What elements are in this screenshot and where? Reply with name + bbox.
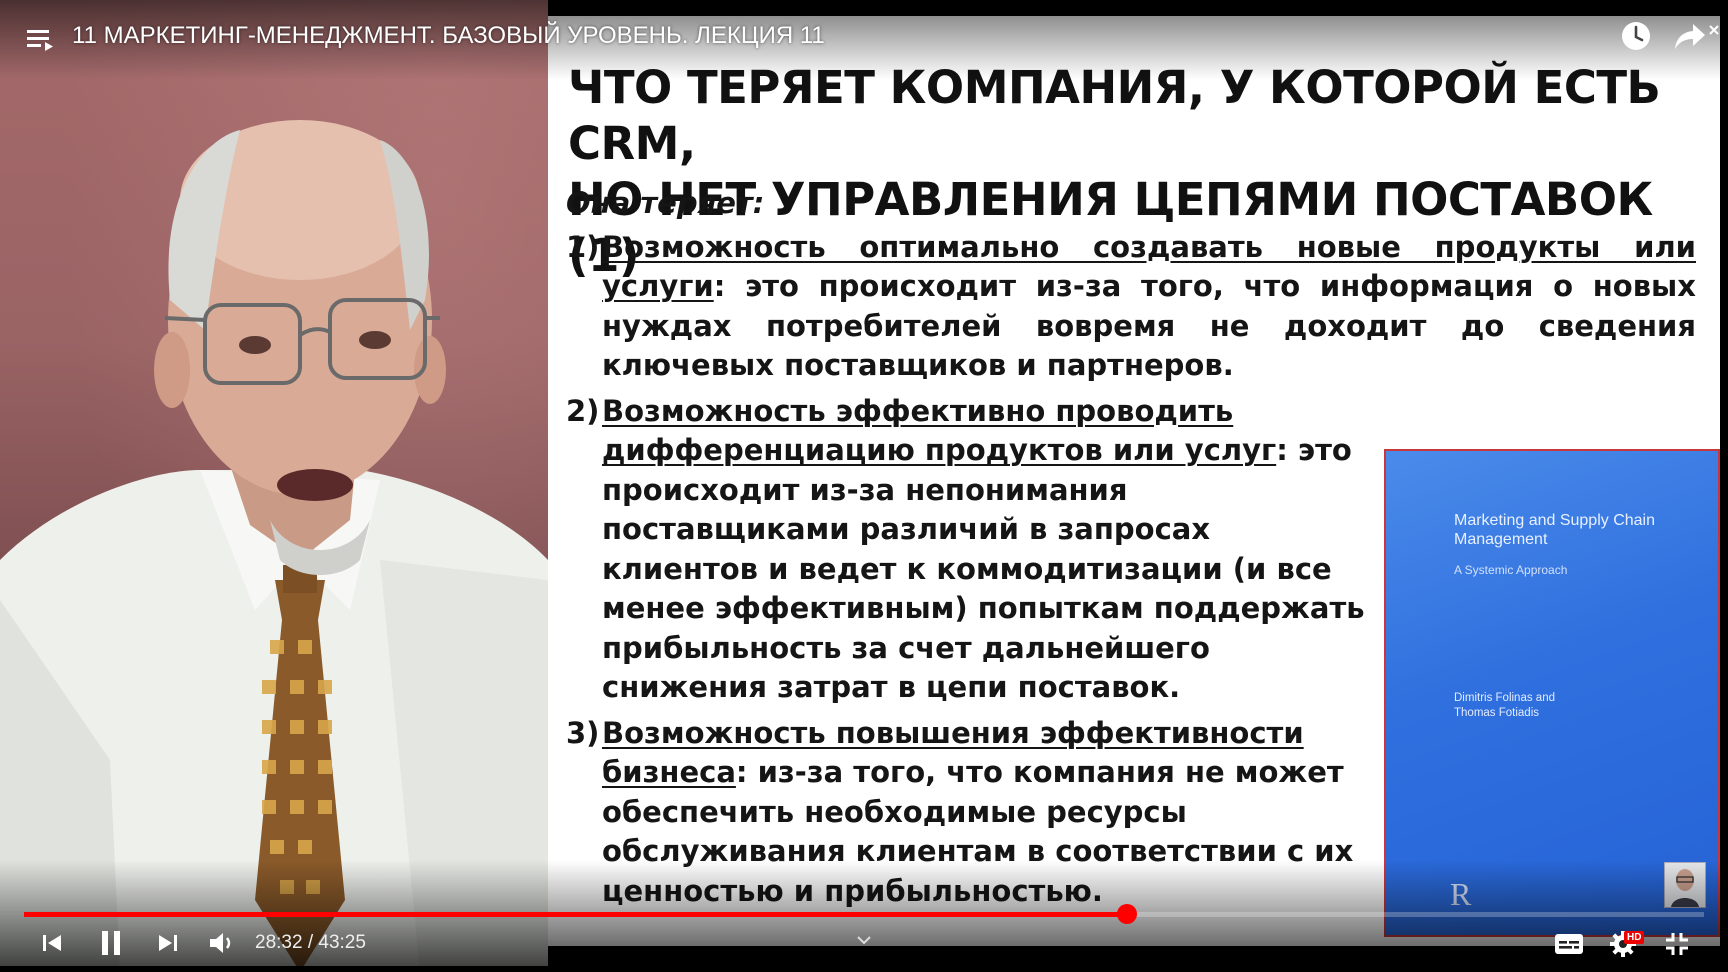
slide-item-1: 1) Возможность оптимально создавать новы… <box>566 228 1696 386</box>
playlist-icon[interactable] <box>24 24 56 54</box>
item-number: 1) <box>566 229 600 264</box>
subtitles-icon[interactable] <box>1552 930 1586 958</box>
presenter-webcam <box>0 0 548 972</box>
next-icon[interactable] <box>154 929 182 957</box>
item-text: : это происходит из-за того, что информа… <box>602 269 1696 382</box>
progress-bar[interactable] <box>24 904 1704 924</box>
pause-icon[interactable] <box>96 927 126 959</box>
slide-item-2: 2) Возможность эффективно проводить дифф… <box>566 392 1367 708</box>
time-display: 28:32 / 43:25 <box>255 932 366 953</box>
exit-fullscreen-icon[interactable] <box>1662 929 1692 959</box>
item-heading: Возможность эффективно проводить диффере… <box>602 393 1277 468</box>
close-icon[interactable] <box>1706 22 1722 38</box>
share-icon[interactable] <box>1670 18 1710 54</box>
book-author-2: Thomas Fotiadis <box>1454 707 1540 719</box>
progress-scrubber[interactable] <box>1117 904 1138 924</box>
clock-icon[interactable] <box>1618 18 1654 54</box>
hd-badge: HD <box>1624 931 1645 944</box>
book-title: Marketing and Supply Chain Management <box>1454 512 1656 548</box>
lecture-slide: ЧТО ТЕРЯЕТ КОМПАНИЯ, У КОТОРОЙ ЕСТЬ CRM,… <box>548 16 1720 946</box>
bottom-edge <box>0 966 1728 972</box>
book-subtitle: A Systemic Approach <box>1454 563 1568 577</box>
video-title[interactable]: 11 МАРКЕТИНГ-МЕНЕДЖМЕНТ. БАЗОВЫЙ УРОВЕНЬ… <box>72 20 825 52</box>
item-number: 2) <box>566 393 600 428</box>
book-author-1: Dimitris Folinas <box>1454 692 1533 704</box>
chevron-down-icon[interactable] <box>852 930 876 950</box>
previous-icon[interactable] <box>38 929 66 957</box>
book-authors: Dimitris Folinas and Thomas Fotiadis <box>1454 691 1654 721</box>
item-number: 3) <box>566 715 600 750</box>
presenter-figure <box>0 120 548 972</box>
volume-icon[interactable] <box>206 928 238 958</box>
progress-played <box>24 912 1128 917</box>
book-author-joiner: and <box>1535 692 1555 704</box>
slide-lead: Она теряет: <box>566 186 765 220</box>
item-text: : это происходит из-за непонимания поста… <box>602 433 1365 704</box>
